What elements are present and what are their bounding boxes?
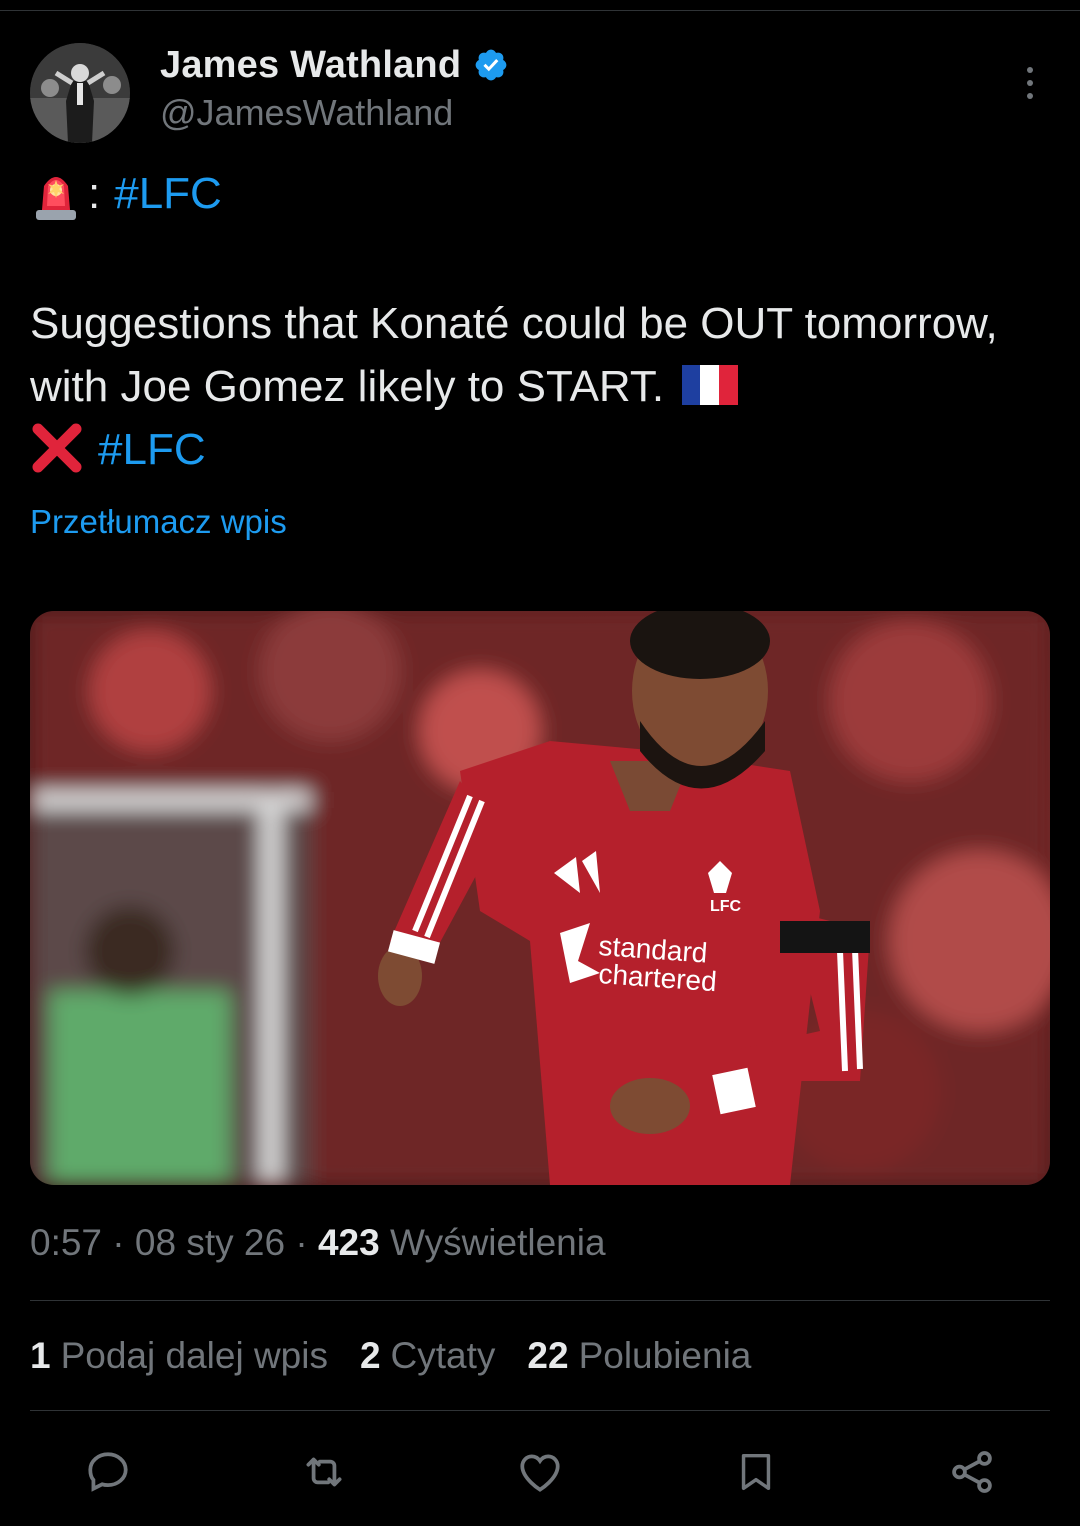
reply-icon <box>88 1452 128 1492</box>
more-options-icon[interactable] <box>1018 64 1042 102</box>
quotes-stat[interactable]: 2 Cytaty <box>360 1335 495 1377</box>
likes-count: 22 <box>527 1335 569 1376</box>
retweet-icon <box>306 1457 342 1487</box>
hashtag-link[interactable]: #LFC <box>114 169 222 219</box>
tweet-body: Suggestions that Konaté could be OUT tom… <box>30 292 1060 481</box>
bookmark-button[interactable] <box>724 1440 788 1504</box>
reply-button[interactable] <box>76 1440 140 1504</box>
reposts-count: 1 <box>30 1335 51 1376</box>
author-handle[interactable]: @JamesWathland <box>160 92 453 134</box>
tweet-meta: 0:57 · 08 sty 26 · 423 Wyświetlenia <box>30 1222 606 1264</box>
bookmark-icon <box>741 1453 771 1491</box>
tweet-first-line-separator: : <box>88 169 101 218</box>
share-button[interactable] <box>940 1440 1004 1504</box>
like-button[interactable] <box>508 1440 572 1504</box>
top-divider <box>0 10 1080 11</box>
tweet-body-text: Suggestions that Konaté could be OUT tom… <box>30 299 998 411</box>
translate-link[interactable]: Przetłumacz wpis <box>30 503 287 541</box>
siren-icon <box>36 177 76 220</box>
hashtag-link-end[interactable]: #LFC <box>98 425 206 474</box>
reposts-label: Podaj dalej wpis <box>60 1335 328 1376</box>
verified-badge-icon <box>475 49 507 81</box>
red-cross-icon <box>32 423 82 473</box>
tweet-image[interactable]: LFC standard chartered <box>30 611 1050 1185</box>
reposts-stat[interactable]: 1 Podaj dalej wpis <box>30 1335 328 1377</box>
divider <box>30 1300 1050 1301</box>
likes-label: Polubienia <box>578 1335 752 1376</box>
views-count: 423 <box>317 1222 380 1263</box>
action-bar <box>0 1440 1080 1504</box>
author-name-row[interactable]: James Wathland <box>160 40 509 90</box>
share-icon <box>952 1451 992 1493</box>
france-flag-icon <box>682 365 739 406</box>
tweet-first-line: : #LFC <box>30 166 222 222</box>
meta-separator: · <box>295 1222 308 1263</box>
engagement-stats: 1 Podaj dalej wpis 2 Cytaty 22 Polubienia <box>30 1335 751 1377</box>
meta-separator: · <box>112 1222 125 1263</box>
tweet-time[interactable]: 0:57 <box>30 1222 102 1263</box>
views-label: Wyświetlenia <box>389 1222 606 1263</box>
quotes-count: 2 <box>359 1335 381 1376</box>
crest-text: LFC <box>710 898 742 915</box>
quotes-label: Cytaty <box>390 1335 496 1376</box>
retweet-button[interactable] <box>292 1440 356 1504</box>
tweet-date[interactable]: 08 sty 26 <box>135 1222 285 1263</box>
likes-stat[interactable]: 22 Polubienia <box>527 1335 751 1377</box>
avatar[interactable] <box>30 43 130 143</box>
divider <box>30 1410 1050 1411</box>
like-icon <box>520 1454 560 1492</box>
author-display-name[interactable]: James Wathland <box>160 44 461 87</box>
